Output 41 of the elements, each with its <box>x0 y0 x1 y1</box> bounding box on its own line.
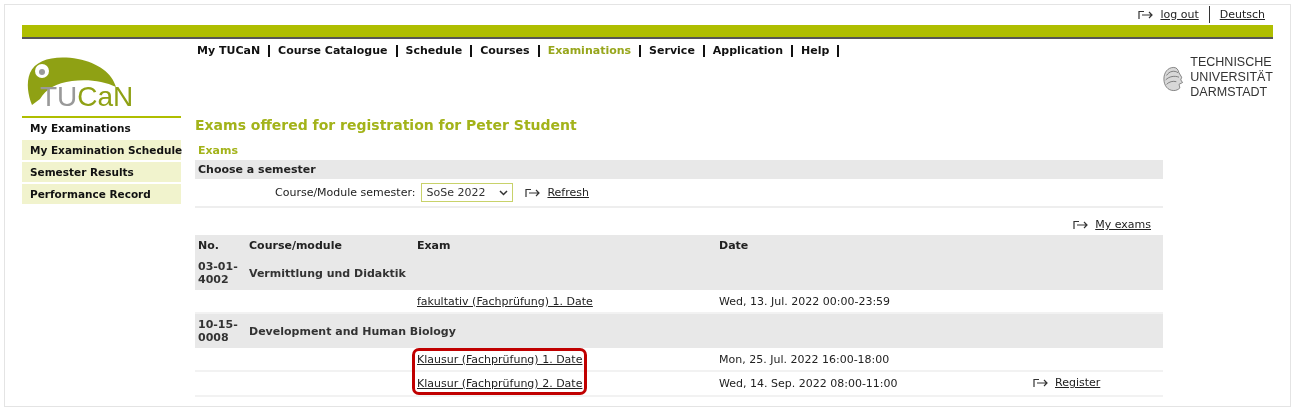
arrow-icon <box>1073 219 1090 230</box>
arrow-icon <box>1033 377 1049 388</box>
exam-link[interactable]: Klausur (Fachprüfung) 2. Date <box>417 376 583 390</box>
section-heading: Choose a semester <box>195 160 1163 179</box>
sidebar-item[interactable]: My Examination Schedule <box>22 140 181 162</box>
top-link[interactable]: Deutsch <box>1219 8 1265 21</box>
section-title: Exams <box>197 143 240 159</box>
exam-date: Wed, 14. Sep. 2022 08:00-11:00 <box>719 376 898 390</box>
arrow-icon <box>525 187 542 198</box>
nav-tab[interactable]: Help <box>793 45 840 57</box>
sidebar-item[interactable]: Performance Record <box>22 184 181 206</box>
nav-tab[interactable]: Courses <box>472 45 540 57</box>
nav-tab[interactable]: Service <box>641 45 705 57</box>
nav-tab[interactable]: Schedule <box>397 45 473 57</box>
chevron-icon <box>499 189 509 196</box>
column-header: Course/module <box>246 235 414 256</box>
module-number: 03-01-4002 <box>195 256 246 290</box>
university-name: TECHNISCHE UNIVERSITÄT DARMSTADT <box>1190 54 1273 101</box>
nav-tab[interactable]: Application <box>704 45 793 57</box>
sidebar-item[interactable]: Semester Results <box>22 162 181 184</box>
nav-tab[interactable]: My TUCaN <box>197 45 271 57</box>
exam-date: Mon, 25. Jul. 2022 16:00-18:00 <box>719 352 890 366</box>
exam-date: Wed, 13. Jul. 2022 00:00-23:59 <box>719 294 891 308</box>
arrow-icon <box>1138 9 1155 20</box>
my-exams-link[interactable]: My exams <box>1095 218 1151 231</box>
module-name: Vermittlung und Didaktik <box>249 266 406 280</box>
semester-dropdown[interactable]: SoSe 2022 <box>421 183 514 202</box>
module-name: Development and Human Biology <box>249 324 456 338</box>
nav-tab[interactable]: Course Catalogue <box>270 45 398 57</box>
column-header: Date <box>716 235 1026 256</box>
top-link[interactable]: log out <box>1160 8 1199 21</box>
column-header: Exam <box>414 235 716 256</box>
module-number: 10-15-0008 <box>195 313 246 348</box>
exam-link[interactable]: fakultativ (Fachprüfung) 1. Date <box>417 294 593 308</box>
column-header: No. <box>195 235 246 256</box>
register-link[interactable]: Register <box>1055 376 1101 389</box>
exam-link[interactable]: Klausur (Fachprüfung) 1. Date <box>417 352 583 366</box>
logo-text: TUCaN <box>40 83 134 111</box>
page-title: Exams offered for registration for Peter Student <box>195 117 578 135</box>
refresh-link[interactable]: Refresh <box>547 186 589 199</box>
field-label: Course/Module semester: <box>275 186 416 199</box>
